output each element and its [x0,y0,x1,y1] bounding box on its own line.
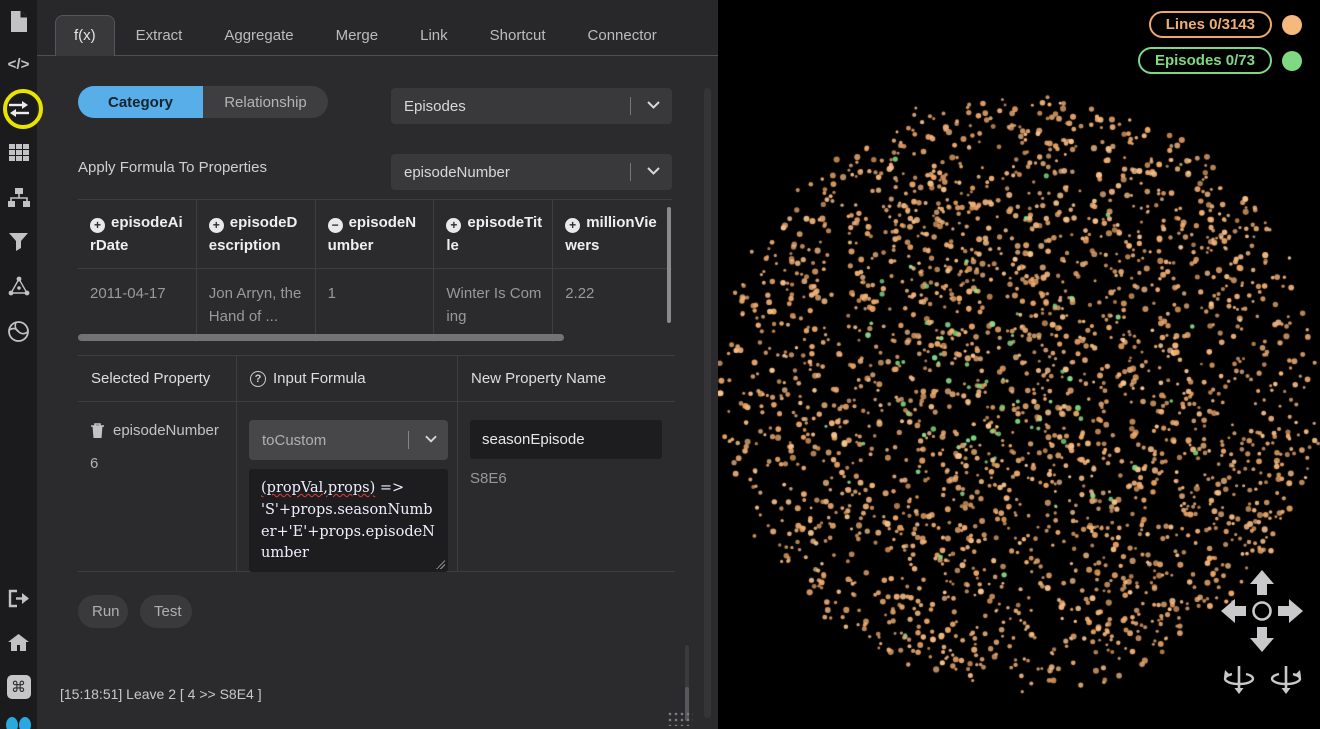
pan-down-button[interactable] [1250,627,1274,652]
tab-aggregate[interactable]: Aggregate [203,16,314,55]
panel-resize-grip[interactable] [667,711,693,726]
table-cell: 2011-04-17 [78,269,197,343]
test-button[interactable]: Test [140,595,192,628]
help-icon[interactable]: ? [250,371,266,387]
toggle-category[interactable]: Category [78,86,203,118]
selected-property-cell: episodeNumber 6 [78,402,237,572]
pan-up-button[interactable] [1250,570,1274,595]
selected-property-name: episodeNumber [113,422,219,439]
property-table: +episodeAirDate +episodeDescription −epi… [78,199,672,342]
run-button[interactable]: Run [78,595,128,628]
plus-circle-icon[interactable]: + [90,218,105,233]
tab-merge[interactable]: Merge [315,16,400,55]
log-output: [15:18:51] Leave 2 [ 4 >> S8E4 ] [15:18:… [60,641,680,729]
category-relationship-toggle: Category Relationship [78,86,328,118]
rotate-right-button[interactable] [1268,664,1304,694]
plus-circle-icon[interactable]: + [209,218,224,233]
sign-out-icon[interactable] [0,583,37,613]
tabbar: f(x) Extract Aggregate Merge Link Shortc… [37,0,718,56]
lines-legend-dot[interactable] [1282,15,1302,35]
new-property-preview: S8E6 [470,470,663,487]
file-icon[interactable] [0,6,37,36]
icon-sidebar: </> [0,0,37,729]
tab-connector[interactable]: Connector [567,16,678,55]
lines-count-badge[interactable]: Lines 0/3143 [1149,11,1272,38]
column-header[interactable]: −episodeNumber [316,200,435,269]
table-cell: Jon Arryn, the Hand of ... [197,269,316,343]
function-select[interactable]: toCustom [249,420,448,460]
table-cell: 1 [316,269,435,343]
pan-right-button[interactable] [1278,599,1303,623]
app-window: </> [0,0,1320,729]
column-header[interactable]: +episodeTitle [434,200,553,269]
new-property-cell: S8E6 [458,402,675,572]
log-scrollbar[interactable] [685,645,689,721]
property-select-value: episodeNumber [404,164,510,181]
home-icon[interactable] [0,627,37,657]
pan-controls [1207,556,1317,666]
tab-extract[interactable]: Extract [115,16,204,55]
input-formula-cell: toCustom (propVal,props) => 'S'+props.se… [237,402,458,572]
column-header[interactable]: +episodeDescription [197,200,316,269]
chevron-down-icon [425,435,437,443]
table-cell: 2.22 [553,269,672,343]
function-select-value: toCustom [262,432,326,449]
app-logo[interactable] [6,715,32,729]
table-icon[interactable] [0,138,37,168]
episodes-count-badge[interactable]: Episodes 0/73 [1138,47,1272,74]
column-header[interactable]: +episodeAirDate [78,200,197,269]
resize-grip[interactable] [436,560,445,569]
chevron-down-icon [647,101,660,109]
graph-view: Lines 0/3143 Episodes 0/73 [718,0,1320,729]
plus-circle-icon[interactable]: + [565,218,580,233]
transform-panel: f(x) Extract Aggregate Merge Link Shortc… [37,0,718,729]
network-icon[interactable] [0,271,37,301]
code-icon[interactable]: </> [0,49,37,79]
command-icon[interactable]: ⌘ [0,672,37,702]
trash-icon[interactable] [90,423,105,439]
property-select[interactable]: episodeNumber [391,154,672,190]
toggle-relationship[interactable]: Relationship [203,86,328,118]
column-header[interactable]: +millionViewers [553,200,672,269]
formula-section: Selected Property ? Input Formula New Pr… [78,355,675,572]
table-vertical-scrollbar[interactable] [667,207,671,323]
input-formula-header: ? Input Formula [237,356,458,402]
rotate-left-button[interactable] [1221,664,1257,694]
pan-left-button[interactable] [1221,599,1246,623]
episodes-legend-dot[interactable] [1282,51,1302,71]
apply-formula-label: Apply Formula To Properties [78,159,267,176]
formula-code-editor[interactable]: (propVal,props) => 'S'+props.seasonNumbe… [249,469,448,572]
table-cell: Winter Is Coming [434,269,553,343]
tab-shortcut[interactable]: Shortcut [469,16,567,55]
sitemap-icon[interactable] [0,182,37,212]
globe-icon[interactable] [0,316,37,346]
new-property-input[interactable] [470,420,662,459]
chevron-down-icon [647,167,660,175]
new-property-header: New Property Name [458,356,675,402]
category-select[interactable]: Episodes [391,88,672,124]
swap-arrows-icon[interactable] [0,94,37,124]
log-line: [15:18:51] Leave 2 [ 4 >> S8E4 ] [60,684,680,706]
plus-circle-icon[interactable]: + [446,218,461,233]
center-view-button[interactable] [1254,603,1271,620]
tab-link[interactable]: Link [399,16,469,55]
panel-scrollbar[interactable] [704,88,711,718]
selected-property-header: Selected Property [78,356,237,402]
minus-circle-icon[interactable]: − [328,218,343,233]
table-horizontal-scrollbar[interactable] [78,334,564,341]
tab-fx[interactable]: f(x) [55,15,115,56]
filter-icon[interactable] [0,227,37,257]
selected-property-value: 6 [90,455,224,472]
category-select-value: Episodes [404,98,466,115]
